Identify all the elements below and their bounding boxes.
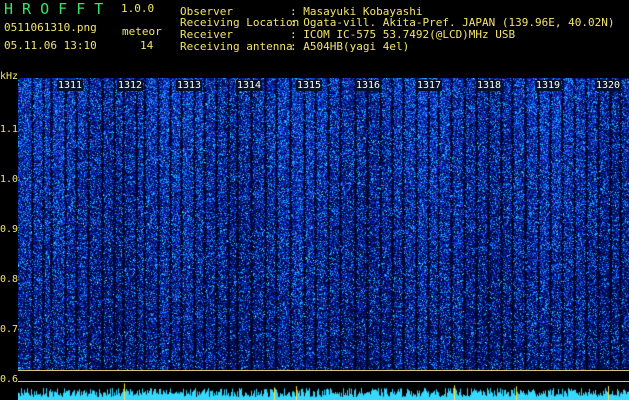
marker-line xyxy=(18,381,629,382)
time-label: 1314 xyxy=(236,80,263,91)
location-value: : Ogata-vill. Akita-Pref. JAPAN (139.96E… xyxy=(290,16,615,29)
app-version: 1.0.0 xyxy=(121,2,155,15)
meteor-count-value: 14 xyxy=(140,39,154,52)
y-tick-label: 0.9 xyxy=(0,224,19,235)
receiver-value: : ICOM IC-575 53.7492(@LCD)MHz USB xyxy=(290,28,516,41)
y-tick-label: 1.0 xyxy=(0,174,19,185)
frequency-unit-label: kHz xyxy=(0,71,19,82)
y-tick-label: 0.8 xyxy=(0,274,19,285)
file-name: 0511061310.png xyxy=(4,21,97,34)
time-label: 1316 xyxy=(355,80,382,91)
location-key: Receiving Location xyxy=(180,16,300,29)
y-tick-label: 0.6 xyxy=(0,374,19,385)
marker-line xyxy=(18,370,629,371)
time-label: 1320 xyxy=(595,80,622,91)
meteor-count-label: meteor xyxy=(122,25,162,38)
y-tick-label: 0.7 xyxy=(0,324,19,335)
antenna-key: Receiving antenna xyxy=(180,40,293,53)
app-title: H R O F F T xyxy=(4,0,104,18)
time-label: 1312 xyxy=(117,80,144,91)
time-label: 1318 xyxy=(476,80,503,91)
capture-datetime: 05.11.06 13:10 xyxy=(4,39,97,52)
time-label: 1313 xyxy=(176,80,203,91)
receiver-key: Receiver xyxy=(180,28,233,41)
time-label: 1311 xyxy=(57,80,84,91)
time-label: 1317 xyxy=(416,80,443,91)
time-label: 1319 xyxy=(535,80,562,91)
antenna-value: : A504HB(yagi 4el) xyxy=(290,40,410,53)
y-tick-label: 1.1 xyxy=(0,124,19,135)
spectrogram-canvas xyxy=(18,78,629,400)
time-label: 1315 xyxy=(296,80,323,91)
